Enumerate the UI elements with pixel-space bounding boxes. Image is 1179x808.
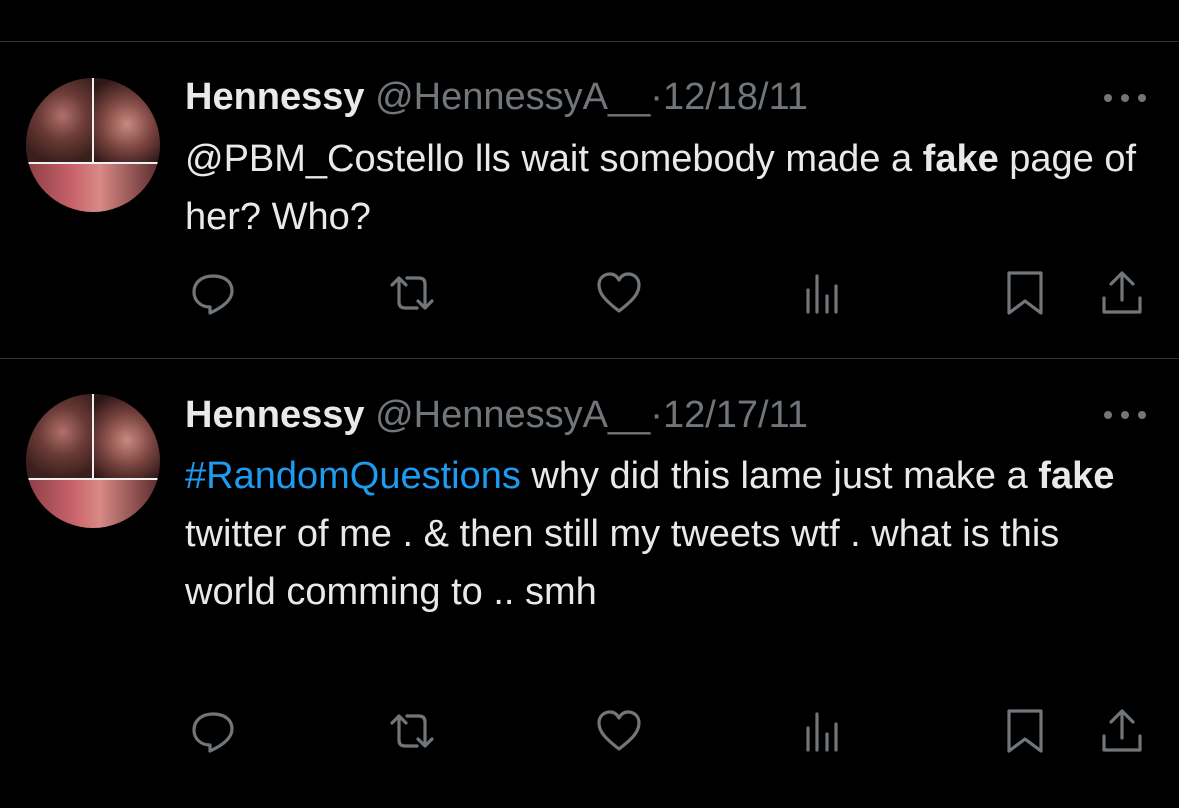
views-icon[interactable] bbox=[798, 268, 848, 318]
like-icon[interactable] bbox=[594, 268, 644, 318]
bookmark-icon[interactable] bbox=[1000, 706, 1050, 756]
avatar-photo-part bbox=[94, 78, 160, 162]
tweet-header: Hennessy @HennessyA__·12/17/11 bbox=[185, 393, 808, 437]
tweet-text-part: why did this lame just make a bbox=[520, 455, 1039, 497]
reply-icon[interactable] bbox=[188, 706, 238, 756]
display-name[interactable]: Hennessy bbox=[185, 76, 365, 118]
top-divider bbox=[0, 41, 1179, 42]
share-icon[interactable] bbox=[1097, 706, 1147, 756]
avatar-photo-part bbox=[26, 164, 160, 212]
separator-dot: · bbox=[650, 394, 663, 436]
display-name[interactable]: Hennessy bbox=[185, 394, 365, 436]
separator-dot: · bbox=[650, 76, 663, 118]
avatar-collage-divider bbox=[26, 162, 160, 164]
avatar-photo-part bbox=[26, 78, 92, 162]
avatar-collage-divider bbox=[92, 394, 94, 480]
tweet-header: Hennessy @HennessyA__·12/18/11 bbox=[185, 75, 808, 119]
more-options-icon[interactable] bbox=[1100, 405, 1150, 425]
avatar-collage-divider bbox=[26, 478, 160, 480]
retweet-icon[interactable] bbox=[387, 268, 437, 318]
avatar-photo-part bbox=[26, 480, 160, 528]
avatar-collage-divider bbox=[92, 78, 94, 164]
user-handle[interactable]: @HennessyA__ bbox=[375, 394, 650, 436]
tweet-text-part: twitter of me . & then still my tweets w… bbox=[185, 513, 1060, 613]
tweet-divider bbox=[0, 358, 1179, 359]
avatar-photo-part bbox=[26, 394, 92, 478]
avatar-photo-part bbox=[94, 394, 160, 478]
retweet-icon[interactable] bbox=[387, 706, 437, 756]
tweet-text: #RandomQuestions why did this lame just … bbox=[185, 447, 1160, 621]
user-handle[interactable]: @HennessyA__ bbox=[375, 76, 650, 118]
tweet-text-bold: fake bbox=[1038, 455, 1115, 497]
tweet-date[interactable]: 12/17/11 bbox=[663, 394, 808, 436]
mention-link[interactable]: @PBM_Costello bbox=[185, 138, 464, 180]
tweet-text-bold: fake bbox=[922, 138, 999, 180]
action-bar bbox=[0, 706, 1179, 756]
tweet-text: @PBM_Costello lls wait somebody made a f… bbox=[185, 130, 1160, 246]
reply-icon[interactable] bbox=[188, 268, 238, 318]
hashtag-link[interactable]: #RandomQuestions bbox=[185, 455, 521, 497]
tweet-date[interactable]: 12/18/11 bbox=[663, 76, 808, 118]
views-icon[interactable] bbox=[798, 706, 848, 756]
share-icon[interactable] bbox=[1097, 268, 1147, 318]
avatar[interactable] bbox=[26, 394, 160, 528]
like-icon[interactable] bbox=[594, 706, 644, 756]
more-options-icon[interactable] bbox=[1100, 88, 1150, 108]
tweet-text-part: lls wait somebody made a bbox=[464, 138, 923, 180]
action-bar bbox=[0, 268, 1179, 318]
avatar[interactable] bbox=[26, 78, 160, 212]
bookmark-icon[interactable] bbox=[1000, 268, 1050, 318]
